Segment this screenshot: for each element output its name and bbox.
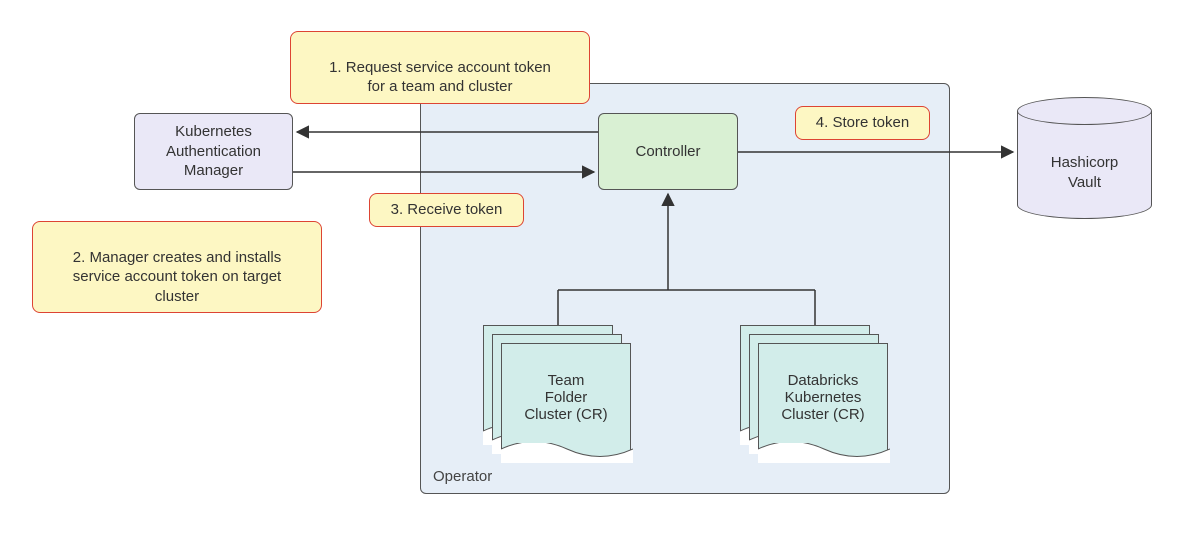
team-cr-label: Team Folder Cluster (CR) [524, 372, 607, 423]
dbk-cr-label: Databricks Kubernetes Cluster (CR) [781, 372, 864, 423]
operator-label: Operator [433, 468, 492, 485]
vault-label: Hashicorp Vault [1017, 153, 1152, 192]
hashicorp-vault-node: Hashicorp Vault [1017, 97, 1152, 227]
controller-label: Controller [635, 142, 700, 162]
callout-step-1-text: 1. Request service account token for a t… [329, 59, 551, 96]
kam-label: Kubernetes Authentication Manager [166, 122, 261, 181]
callout-step-3-text: 3. Receive token [391, 201, 503, 218]
callout-step-4-text: 4. Store token [816, 114, 909, 131]
callout-step-2: 2. Manager creates and installs service … [32, 221, 322, 313]
team-folder-cluster-cr-node: Team Folder Cluster (CR) [483, 325, 633, 463]
callout-step-2-text: 2. Manager creates and installs service … [73, 249, 281, 305]
callout-step-4: 4. Store token [795, 106, 930, 140]
kubernetes-auth-manager-node: Kubernetes Authentication Manager [134, 113, 293, 190]
controller-node: Controller [598, 113, 738, 190]
callout-step-1: 1. Request service account token for a t… [290, 31, 590, 104]
callout-step-3: 3. Receive token [369, 193, 524, 227]
databricks-kubernetes-cluster-cr-node: Databricks Kubernetes Cluster (CR) [740, 325, 890, 463]
